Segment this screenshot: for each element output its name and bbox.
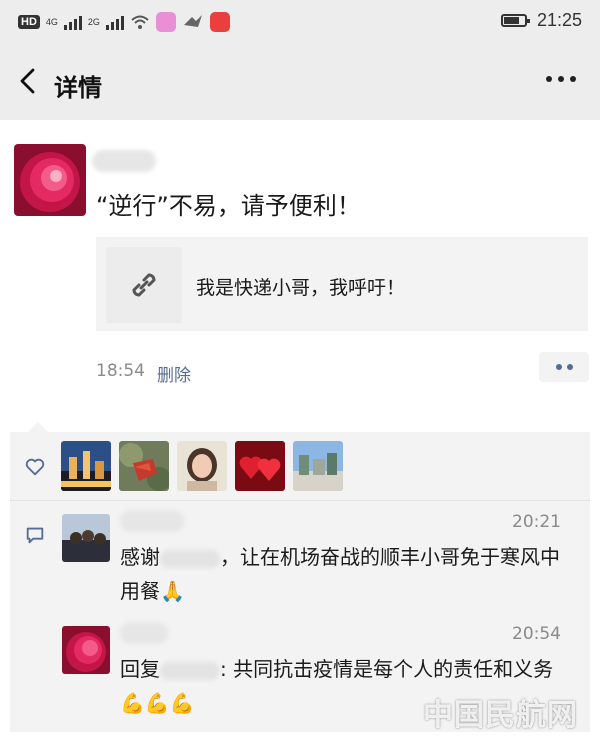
comment-icon [26,527,44,544]
comment-text: 感谢 ，让在机场奋战的顺丰小哥免于寒风中用餐🙏 [120,540,570,608]
commenter-avatar[interactable] [62,514,110,562]
liker-avatar[interactable] [177,441,227,491]
liker-avatar[interactable] [235,441,285,491]
pray-emoji: 🙏 [160,579,185,603]
battery-icon [500,14,530,27]
liker-avatar[interactable] [61,441,111,491]
divider [10,500,590,501]
page-title: 详情 [54,74,102,102]
link-thumbnail [106,247,182,323]
reply-body: : 共同抗击疫情是每个人的责任和义务 [220,657,554,681]
signal-icon-1 [63,14,82,30]
watermark-logo: 中国民航网 [423,698,578,733]
poster-avatar[interactable] [14,144,86,216]
status-bar: HD 4G 2G 21:25 [0,0,600,44]
heart-icon [25,458,45,476]
back-arrow-icon[interactable] [14,66,44,96]
reply-prefix: 回复 [120,657,160,681]
likes-row [10,432,590,500]
red-app-icon [209,12,230,32]
network-label-2: 2G [87,16,100,27]
commenter-name-blurred [120,622,168,644]
shared-link-card[interactable]: 我是快递小哥，我呼吁！ [96,237,588,331]
comment-timestamp: 20:21 [512,512,561,532]
interaction-panel: 20:21 感谢 ，让在机场奋战的顺丰小哥免于寒风中用餐🙏 20:54 回复 : 共… [10,422,590,732]
wifi-icon [131,15,149,29]
bird-app-icon [183,15,202,27]
like-comment-button[interactable] [539,352,589,382]
liker-avatar[interactable] [119,441,169,491]
status-indicators: HD 4G 2G [18,12,230,32]
post-timestamp: 18:54 [96,361,145,381]
mentioned-name-blurred [160,549,220,568]
comment-text-prefix: 感谢 [120,545,160,569]
replied-name-blurred [160,661,220,680]
hd-badge: HD [18,15,40,29]
link-title: 我是快递小哥，我呼吁！ [196,277,406,299]
commenter-name-blurred [120,510,184,532]
poster-name-blurred [92,150,156,172]
muscle-emoji: 💪💪💪 [120,691,195,715]
commenter-avatar[interactable] [62,626,110,674]
network-label-1: 4G [45,16,58,27]
signal-icon-2 [105,14,124,30]
link-icon [132,273,156,297]
status-right: 21:25 [500,10,582,31]
delete-button[interactable]: 删除 [157,361,191,386]
liker-avatar[interactable] [293,441,343,491]
navigation-bar: 详情 [0,44,600,120]
more-options-button[interactable] [546,76,576,82]
comment-timestamp: 20:54 [512,624,561,644]
camera-app-icon [155,12,176,32]
post-text: “逆行”不易，请予便利！ [96,192,361,220]
status-clock: 21:25 [536,10,582,30]
